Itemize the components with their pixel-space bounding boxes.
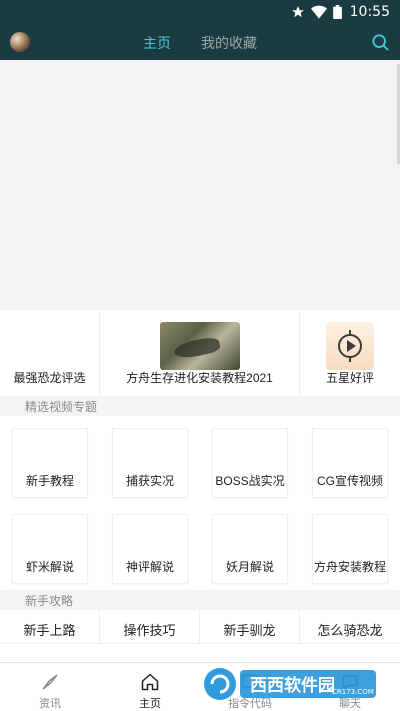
camera-image — [326, 322, 374, 370]
compass-icon — [42, 674, 58, 690]
video-card[interactable]: 方舟安装教程 — [313, 515, 387, 583]
featured-item-install-guide[interactable]: 方舟生存进化安装教程2021 — [100, 310, 300, 396]
status-time: 10:55 — [349, 4, 390, 20]
status-icons — [291, 5, 342, 19]
video-card-label: 妖月解说 — [225, 560, 274, 574]
svg-text:CR173.COM: CR173.COM — [332, 688, 374, 696]
video-card-label: 虾米解说 — [25, 560, 74, 574]
guide-item-label: 操作技巧 — [123, 623, 176, 638]
svg-text:西西软件园: 西西软件园 — [250, 675, 335, 696]
section-title-guides: 新手攻略 — [25, 594, 74, 608]
nav-item-news[interactable]: 资讯 — [0, 663, 100, 711]
video-card[interactable]: 捕获实况 — [113, 429, 187, 497]
star-icon — [292, 6, 304, 18]
nav-label: 资讯 — [39, 698, 61, 710]
battery-icon — [333, 5, 342, 19]
featured-item-five-star[interactable]: 五星好评 — [300, 310, 400, 396]
guide-item[interactable]: 新手上路 — [0, 610, 100, 644]
video-card[interactable]: BOSS战实况 — [213, 429, 287, 497]
featured-item-dino-ranking[interactable]: 最强恐龙评选 — [0, 310, 100, 396]
app-header: 主页 我的收藏 — [0, 24, 400, 60]
guide-item[interactable]: 操作技巧 — [100, 610, 200, 644]
nav-item-home[interactable]: 主页 — [100, 663, 200, 711]
nav-label: 主页 — [139, 698, 161, 710]
status-bar: 10:55 — [0, 0, 400, 24]
guide-item[interactable]: 新手驯龙 — [200, 610, 300, 644]
search-icon[interactable] — [370, 32, 390, 52]
banner-carousel[interactable] — [0, 60, 400, 310]
video-card[interactable]: 新手教程 — [13, 429, 87, 497]
guide-item[interactable]: 怎么骑恐龙 — [300, 610, 400, 644]
video-card[interactable]: 神评解说 — [113, 515, 187, 583]
video-card[interactable]: CG宣传视频 — [313, 429, 387, 497]
thumbnail-image — [160, 322, 240, 370]
video-card[interactable]: 虾米解说 — [13, 515, 87, 583]
video-card-label: BOSS战实况 — [215, 474, 285, 488]
home-icon — [141, 673, 159, 691]
featured-label: 方舟生存进化安装教程2021 — [126, 371, 273, 385]
video-grid: 新手教程 捕获实况 BOSS战实况 CG宣传视频 虾米解说 神评解说 妖月解说 … — [0, 416, 400, 590]
guide-grid: 新手上路 操作技巧 新手驯龙 怎么骑恐龙 — [0, 610, 400, 662]
video-card-label: 新手教程 — [25, 474, 74, 488]
video-card-label: CG宣传视频 — [316, 474, 383, 488]
guide-item-label: 新手上路 — [23, 623, 76, 638]
featured-label: 五星好评 — [325, 371, 374, 385]
video-card[interactable]: 妖月解说 — [213, 515, 287, 583]
play-icon — [338, 330, 362, 362]
video-card-label: 方舟安装教程 — [313, 560, 386, 574]
tab-favorites[interactable]: 我的收藏 — [201, 33, 257, 53]
video-card-label: 神评解说 — [125, 560, 174, 574]
section-title-videos: 精选视频专题 — [25, 400, 98, 414]
watermark-logo: 西西软件园 CR173.COM — [204, 668, 376, 700]
featured-row: 最强恐龙评选 方舟生存进化安装教程2021 五星好评 — [0, 310, 400, 396]
wifi-icon — [311, 5, 327, 19]
featured-label: 最强恐龙评选 — [13, 371, 86, 385]
avatar[interactable] — [10, 32, 30, 52]
tab-home[interactable]: 主页 — [143, 33, 171, 53]
guide-item-label: 新手驯龙 — [223, 623, 276, 638]
guide-item-label: 怎么骑恐龙 — [317, 623, 383, 638]
video-card-label: 捕获实况 — [125, 474, 174, 488]
